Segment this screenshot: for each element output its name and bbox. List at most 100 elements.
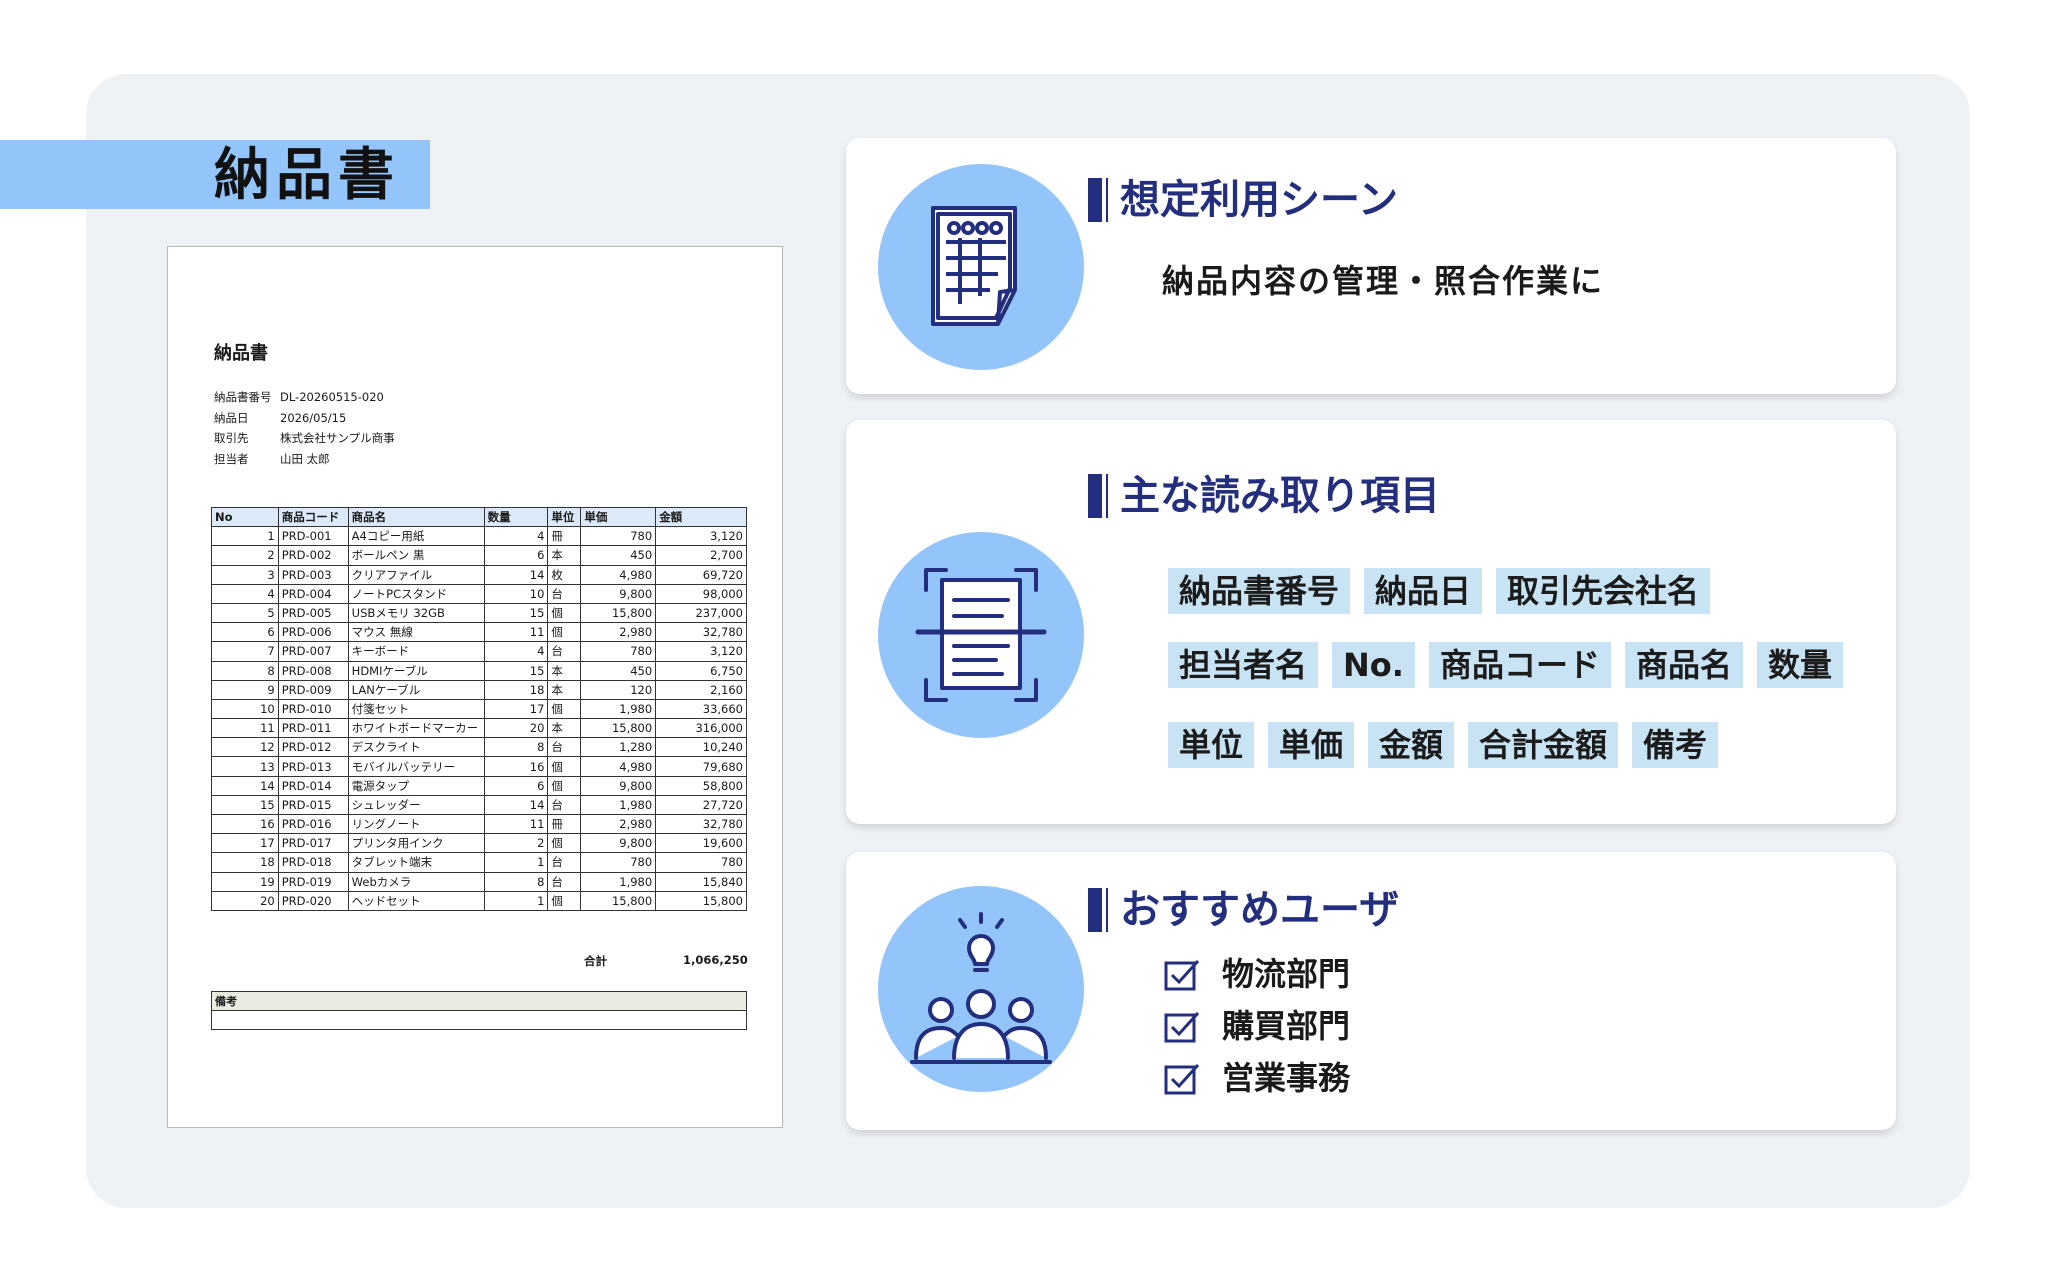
table-cell: 17	[211, 833, 279, 854]
table-cell: 6,750	[655, 660, 747, 681]
table-cell: 3,120	[655, 526, 747, 547]
table-cell: 付箋セット	[347, 698, 485, 720]
table-cell: 19	[211, 871, 279, 892]
table-row: 5 PRD-005 USBメモリ 32GB 15 個 15,800 237,000	[211, 602, 747, 624]
table-cell: ノートPCスタンド	[347, 583, 485, 604]
remarks-value	[211, 1010, 747, 1030]
field-tag: 備考	[1632, 722, 1719, 768]
table-cell: 33,660	[655, 698, 747, 720]
table-row: 4 PRD-004 ノートPCスタンド 10 台 9,800 98,000	[211, 583, 747, 604]
table-row: 3 PRD-003 クリアファイル 14 枚 4,980 69,720	[211, 564, 747, 585]
table-header-cell: 数量	[483, 506, 549, 528]
table-cell: 8	[211, 660, 279, 681]
table-cell: 4,980	[580, 756, 657, 777]
table-header-cell: 単位	[547, 506, 582, 528]
table-cell: USBメモリ 32GB	[347, 602, 485, 624]
table-cell: 18	[483, 679, 549, 700]
table-cell: キーボード	[347, 641, 485, 662]
table-cell: PRD-015	[277, 794, 349, 816]
table-cell: PRD-013	[277, 756, 349, 777]
table-cell: PRD-009	[277, 679, 349, 700]
table-cell: 2,700	[655, 545, 747, 566]
table-cell: PRD-014	[277, 775, 349, 796]
table-cell: 32,780	[655, 622, 747, 643]
table-cell: 4	[483, 526, 549, 547]
table-row: 20 PRD-020 ヘッドセット 1 個 15,800 15,800	[211, 890, 747, 911]
remarks-table: 備考	[211, 991, 747, 1030]
table-cell: 1,280	[580, 737, 657, 758]
table-cell: 7	[211, 641, 279, 662]
team-idea-icon	[878, 886, 1084, 1092]
table-cell: マウス 無線	[347, 622, 485, 643]
table-cell: 個	[547, 833, 582, 854]
table-row: 7 PRD-007 キーボード 4 台 780 3,120	[211, 641, 747, 662]
table-cell: 1	[211, 526, 279, 547]
table-cell: 780	[580, 526, 657, 547]
table-cell: 10	[483, 583, 549, 604]
table-header-cell: 単価	[580, 506, 657, 528]
meta-row: 納品書番号 DL-20260515-020	[214, 390, 384, 404]
table-cell: 1	[483, 852, 549, 873]
table-cell: 3	[211, 564, 279, 585]
table-cell: 6	[483, 775, 549, 796]
table-cell: 1,980	[580, 871, 657, 892]
table-cell: 120	[580, 679, 657, 700]
table-row: 6 PRD-006 マウス 無線 11 個 2,980 32,780	[211, 622, 747, 643]
table-cell: PRD-002	[277, 545, 349, 566]
table-cell: 1	[483, 890, 549, 911]
table-cell: 780	[655, 852, 747, 873]
meta-row: 取引先 株式会社サンプル商事	[214, 431, 395, 445]
field-tag: 担当者名	[1168, 642, 1319, 688]
table-cell: 27,720	[655, 794, 747, 816]
table-cell: 15,800	[655, 890, 747, 911]
table-cell: 15,840	[655, 871, 747, 892]
table-cell: 2,980	[580, 813, 657, 835]
table-cell: 台	[547, 737, 582, 758]
table-cell: 枚	[547, 564, 582, 585]
table-cell: 450	[580, 545, 657, 566]
table-cell: 2	[483, 833, 549, 854]
scene-card: 想定利用シーン 納品内容の管理・照合作業に	[846, 138, 1896, 394]
table-cell: 台	[547, 794, 582, 816]
table-cell: ボールペン 黒	[347, 545, 485, 566]
table-row: 19 PRD-019 Webカメラ 8 台 1,980 15,840	[211, 871, 747, 892]
table-cell: LANケーブル	[347, 679, 485, 700]
table-cell: PRD-018	[277, 852, 349, 873]
table-cell: 14	[483, 564, 549, 585]
table-cell: 14	[483, 794, 549, 816]
table-cell: 台	[547, 871, 582, 892]
table-cell: 個	[547, 756, 582, 777]
delivery-note-document: 納品書 納品書番号 DL-20260515-020 納品日 2026/05/15 取…	[167, 246, 783, 1128]
page-title: 納品書	[214, 143, 400, 208]
table-cell: PRD-016	[277, 813, 349, 835]
table-cell: 1,980	[580, 698, 657, 720]
table-header-cell: No	[211, 506, 279, 528]
table-cell: PRD-003	[277, 564, 349, 585]
table-cell: 4	[211, 583, 279, 604]
table-header-cell: 商品コード	[277, 506, 349, 528]
table-cell: シュレッダー	[347, 794, 485, 816]
field-tag: 数量	[1757, 642, 1844, 688]
table-cell: 10	[211, 698, 279, 720]
table-cell: モバイルバッテリー	[347, 756, 485, 777]
table-cell: 4,980	[580, 564, 657, 585]
checkbox-icon	[1164, 1063, 1200, 1095]
table-cell: 2,160	[655, 679, 747, 700]
title-band: 納品書	[0, 140, 430, 209]
table-cell: 11	[483, 622, 549, 643]
spreadsheet-document-icon	[878, 164, 1084, 370]
table-cell: 本	[547, 660, 582, 681]
table-cell: 9	[211, 679, 279, 700]
table-cell: PRD-020	[277, 890, 349, 911]
table-cell: PRD-017	[277, 833, 349, 854]
table-row: 15 PRD-015 シュレッダー 14 台 1,980 27,720	[211, 794, 747, 816]
table-cell: 本	[547, 718, 582, 739]
table-row: 14 PRD-014 電源タップ 6 個 9,800 58,800	[211, 775, 747, 796]
field-tag: 納品書番号	[1168, 568, 1351, 614]
table-cell: PRD-007	[277, 641, 349, 662]
table-cell: A4コピー用紙	[347, 526, 485, 547]
table-cell: PRD-010	[277, 698, 349, 720]
table-cell: 98,000	[655, 583, 747, 604]
table-cell: 6	[211, 622, 279, 643]
table-cell: PRD-006	[277, 622, 349, 643]
